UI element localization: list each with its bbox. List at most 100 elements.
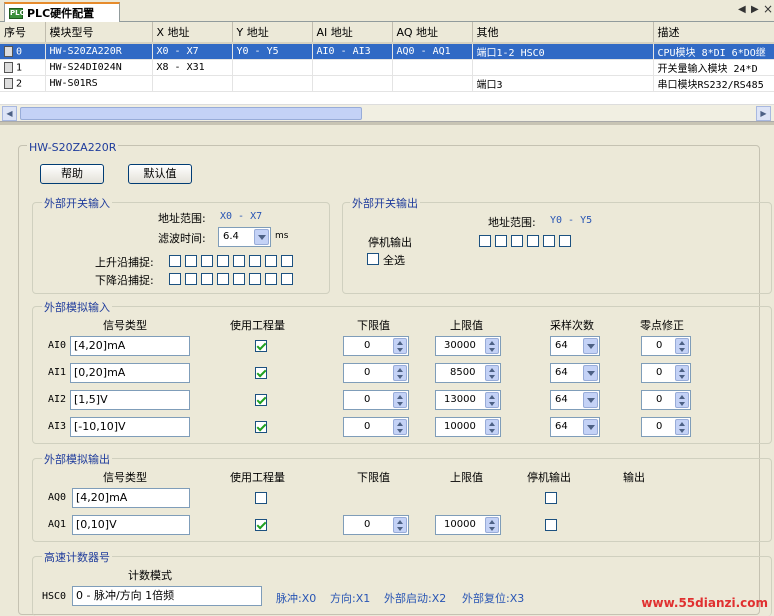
ai-zero-spinner[interactable]: 0	[641, 417, 691, 437]
spin-arrows-icon[interactable]	[485, 419, 499, 435]
spin-arrows-icon[interactable]	[393, 338, 407, 354]
chevron-down-icon[interactable]	[583, 338, 598, 354]
stop-output-checkbox[interactable]	[479, 235, 491, 247]
col-header[interactable]: X 地址	[152, 22, 233, 44]
ai-samples-select[interactable]: 64	[550, 417, 600, 437]
ai-low-spinner[interactable]: 0	[343, 336, 409, 356]
aq-eng-checkbox[interactable]	[255, 492, 267, 504]
ai-high-spinner[interactable]: 10000	[435, 417, 501, 437]
ai-high-spinner[interactable]: 30000	[435, 336, 501, 356]
spin-arrows-icon[interactable]	[485, 392, 499, 408]
aq-low-spinner[interactable]: 0	[343, 515, 409, 535]
spin-arrows-icon[interactable]	[485, 365, 499, 381]
filter-time-select[interactable]: 6.4	[218, 227, 271, 247]
spin-arrows-icon[interactable]	[675, 365, 689, 381]
stop-output-checkbox[interactable]	[543, 235, 555, 247]
rising-edge-checkbox[interactable]	[281, 255, 293, 267]
ai-eng-checkbox[interactable]	[255, 394, 267, 406]
falling-edge-checkbox[interactable]	[169, 273, 181, 285]
spin-arrows-icon[interactable]	[393, 365, 407, 381]
ai-high-spinner[interactable]: 13000	[435, 390, 501, 410]
rising-edge-checkbox[interactable]	[217, 255, 229, 267]
ai-zero-value: 0	[656, 367, 663, 378]
falling-edge-checkbox[interactable]	[281, 273, 293, 285]
falling-edge-checkbox[interactable]	[217, 273, 229, 285]
rising-edge-checkbox[interactable]	[169, 255, 181, 267]
tab-next-icon[interactable]: ▶	[751, 4, 759, 15]
ai-eng-checkbox[interactable]	[255, 367, 267, 379]
col-header[interactable]: 其他	[472, 22, 654, 44]
falling-edge-checkbox[interactable]	[265, 273, 277, 285]
aq-signal-type[interactable]: [4,20]mA	[72, 488, 190, 508]
rising-edge-checkbox[interactable]	[233, 255, 245, 267]
chevron-down-icon[interactable]	[583, 392, 598, 408]
close-icon[interactable]: ×	[763, 2, 773, 16]
ai-samples-select[interactable]: 64	[550, 336, 600, 356]
ain-header-zero: 零点修正	[640, 319, 684, 332]
spin-arrows-icon[interactable]	[393, 517, 407, 533]
ai-zero-spinner[interactable]: 0	[641, 363, 691, 383]
ai-low-spinner[interactable]: 0	[343, 390, 409, 410]
default-button[interactable]: 默认值	[128, 164, 192, 184]
ai-signal-type[interactable]: [1,5]V	[70, 390, 190, 410]
aq-high-spinner[interactable]: 10000	[435, 515, 501, 535]
stop-output-checkbox[interactable]	[495, 235, 507, 247]
ai-eng-checkbox[interactable]	[255, 421, 267, 433]
ai-signal-type[interactable]: [-10,10]V	[70, 417, 190, 437]
col-header[interactable]: 序号	[0, 22, 46, 44]
ai-low-spinner[interactable]: 0	[343, 363, 409, 383]
table-row[interactable]: 2 HW-S01RS 端口3 串口模块RS232/RS485	[0, 75, 774, 92]
horizontal-scrollbar[interactable]: ◀ ▶	[0, 104, 774, 121]
rising-edge-checkbox[interactable]	[185, 255, 197, 267]
scroll-thumb[interactable]	[20, 107, 362, 120]
hsc-mode-field[interactable]: 0 - 脉冲/方向 1倍频	[72, 586, 262, 606]
falling-edge-checkbox[interactable]	[249, 273, 261, 285]
col-header[interactable]: AI 地址	[312, 22, 393, 44]
ai-zero-spinner[interactable]: 0	[641, 336, 691, 356]
scroll-left-icon[interactable]: ◀	[2, 106, 17, 121]
aq-eng-checkbox[interactable]	[255, 519, 267, 531]
ai-low-spinner[interactable]: 0	[343, 417, 409, 437]
stop-output-checkbox[interactable]	[511, 235, 523, 247]
select-all-checkbox[interactable]	[367, 253, 379, 265]
aq-stop-checkbox[interactable]	[545, 519, 557, 531]
col-header[interactable]: Y 地址	[232, 22, 313, 44]
ai-signal-type[interactable]: [0,20]mA	[70, 363, 190, 383]
spin-arrows-icon[interactable]	[675, 392, 689, 408]
spin-arrows-icon[interactable]	[675, 419, 689, 435]
rising-edge-checkbox[interactable]	[249, 255, 261, 267]
chevron-down-icon[interactable]	[254, 229, 269, 245]
spin-arrows-icon[interactable]	[393, 392, 407, 408]
tab-prev-icon[interactable]: ◀	[738, 4, 746, 15]
col-header[interactable]: 模块型号	[45, 22, 153, 44]
aq-stop-checkbox[interactable]	[545, 492, 557, 504]
tab-plc-config[interactable]: PLC PLC硬件配置	[4, 2, 120, 22]
rising-edge-checkbox[interactable]	[201, 255, 213, 267]
help-button[interactable]: 帮助	[40, 164, 104, 184]
col-header[interactable]: 描述	[653, 22, 774, 44]
ai-samples-select[interactable]: 64	[550, 363, 600, 383]
ai-signal-type[interactable]: [4,20]mA	[70, 336, 190, 356]
spin-arrows-icon[interactable]	[485, 338, 499, 354]
aq-signal-type[interactable]: [0,10]V	[72, 515, 190, 535]
stop-output-checkbox[interactable]	[559, 235, 571, 247]
spin-arrows-icon[interactable]	[485, 517, 499, 533]
ai-high-spinner[interactable]: 8500	[435, 363, 501, 383]
spin-arrows-icon[interactable]	[675, 338, 689, 354]
spin-arrows-icon[interactable]	[393, 419, 407, 435]
stop-output-checkbox[interactable]	[527, 235, 539, 247]
rising-edge-checkbox[interactable]	[265, 255, 277, 267]
ai-samples-select[interactable]: 64	[550, 390, 600, 410]
scroll-right-icon[interactable]: ▶	[756, 106, 771, 121]
table-row[interactable]: 0 HW-S20ZA220R X0 - X7 Y0 - Y5 AI0 - AI3…	[0, 43, 774, 60]
ai-zero-spinner[interactable]: 0	[641, 390, 691, 410]
table-row[interactable]: 1 HW-S24DI024N X8 - X31 开关量输入模块 24*D	[0, 59, 774, 76]
chevron-down-icon[interactable]	[583, 419, 598, 435]
col-header[interactable]: AQ 地址	[392, 22, 473, 44]
falling-edge-checkbox[interactable]	[185, 273, 197, 285]
hsc-name: HSC0	[42, 591, 67, 602]
chevron-down-icon[interactable]	[583, 365, 598, 381]
falling-edge-checkbox[interactable]	[201, 273, 213, 285]
falling-edge-checkbox[interactable]	[233, 273, 245, 285]
ai-eng-checkbox[interactable]	[255, 340, 267, 352]
